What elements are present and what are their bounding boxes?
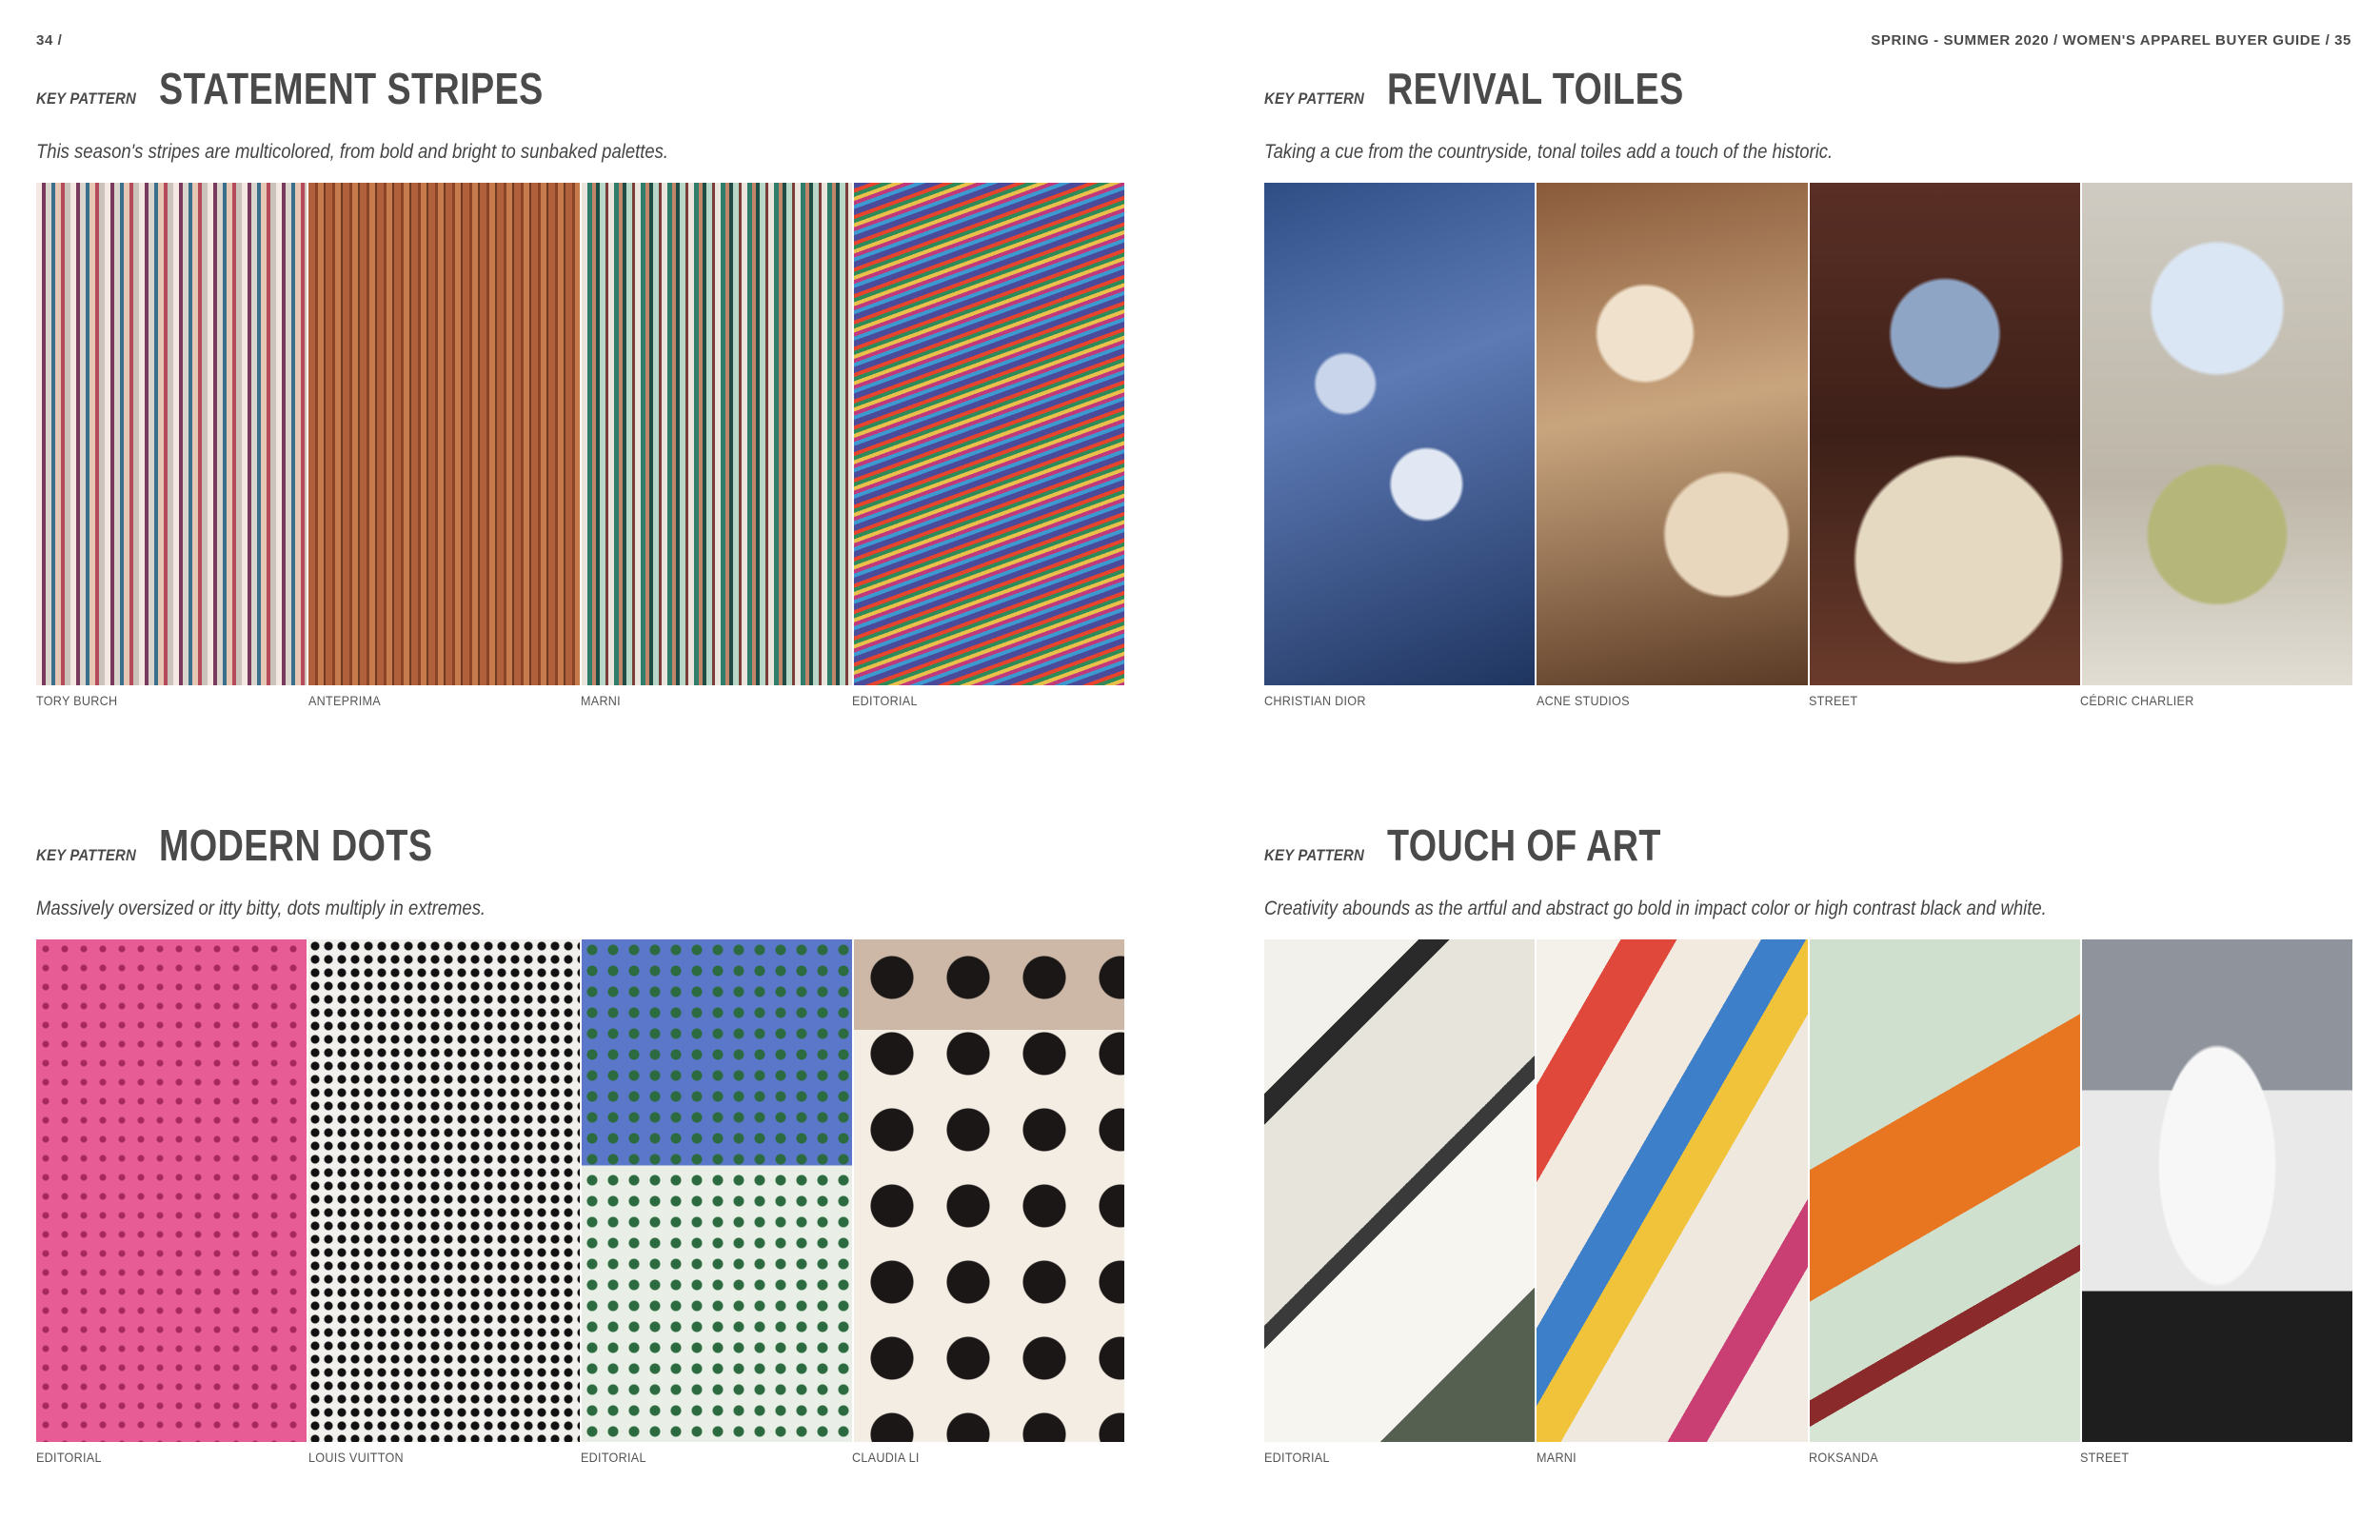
section-subtitle: Taking a cue from the countryside, tonal… <box>1264 141 1834 163</box>
section-kicker: KEY PATTERN <box>36 846 137 864</box>
runway-photo <box>581 183 852 685</box>
page-number-left: 34 / <box>36 32 63 49</box>
editorial-photo <box>36 939 307 1442</box>
section-kicker: KEY PATTERN <box>1264 89 1365 108</box>
section-statement-stripes: KEY PATTERN STATEMENT STRIPES This seaso… <box>36 63 1124 708</box>
runway-photo <box>308 939 580 1442</box>
photo-caption: EDITORIAL <box>36 1450 102 1465</box>
photo-caption: MARNI <box>1536 1450 1577 1465</box>
photo-caption: CÉDRIC CHARLIER <box>2080 693 2194 708</box>
photo-strip <box>36 939 1124 1442</box>
running-header-right: SPRING - SUMMER 2020 / WOMEN'S APPAREL B… <box>1871 32 2351 49</box>
photo-strip <box>36 183 1124 685</box>
runway-photo <box>853 939 1124 1442</box>
section-touch-of-art: KEY PATTERN TOUCH OF ART Creativity abou… <box>1264 819 2352 1465</box>
section-heading: KEY PATTERN STATEMENT STRIPES <box>36 63 1124 120</box>
photo-caption: ROKSANDA <box>1808 1450 1878 1465</box>
section-heading: KEY PATTERN REVIVAL TOILES <box>1264 63 2352 120</box>
runway-photo <box>1537 183 1808 685</box>
photo-caption: LOUIS VUITTON <box>307 1450 404 1465</box>
photo-caption: EDITORIAL <box>580 1450 646 1465</box>
photo-caption: EDITORIAL <box>852 693 918 708</box>
photo-captions: CHRISTIAN DIOR ACNE STUDIOS STREET CÉDRI… <box>1264 693 2352 708</box>
photo-caption: CLAUDIA LI <box>852 1450 920 1465</box>
photo-caption: STREET <box>2080 1450 2130 1465</box>
photo-caption: ACNE STUDIOS <box>1536 693 1630 708</box>
street-photo <box>2081 939 2352 1442</box>
section-title: REVIVAL TOILES <box>1387 64 1685 113</box>
photo-caption: MARNI <box>580 693 621 708</box>
section-subtitle: This season's stripes are multicolored, … <box>36 141 669 163</box>
photo-caption: ANTEPRIMA <box>307 693 381 708</box>
section-kicker: KEY PATTERN <box>36 89 137 108</box>
section-title: STATEMENT STRIPES <box>159 64 545 113</box>
photo-strip <box>1264 939 2352 1442</box>
section-heading: KEY PATTERN TOUCH OF ART <box>1264 819 2352 877</box>
section-heading: KEY PATTERN MODERN DOTS <box>36 819 1124 877</box>
runway-photo <box>1537 939 1808 1442</box>
section-subtitle: Creativity abounds as the artful and abs… <box>1264 898 2047 919</box>
section-title: TOUCH OF ART <box>1387 820 1662 870</box>
runway-photo <box>1264 183 1536 685</box>
editorial-photo <box>581 939 852 1442</box>
photo-caption: TORY BURCH <box>36 693 118 708</box>
editorial-photo <box>853 183 1124 685</box>
photo-caption: STREET <box>1808 693 1857 708</box>
section-revival-toiles: KEY PATTERN REVIVAL TOILES Taking a cue … <box>1264 63 2352 708</box>
photo-strip <box>1264 183 2352 685</box>
street-photo <box>1809 183 2080 685</box>
photo-captions: EDITORIAL MARNI ROKSANDA STREET <box>1264 1450 2352 1465</box>
section-kicker: KEY PATTERN <box>1264 846 1365 864</box>
runway-photo <box>1809 939 2080 1442</box>
photo-caption: EDITORIAL <box>1264 1450 1330 1465</box>
photo-captions: EDITORIAL LOUIS VUITTON EDITORIAL CLAUDI… <box>36 1450 1124 1465</box>
section-subtitle: Massively oversized or itty bitty, dots … <box>36 898 486 919</box>
runway-photo <box>308 183 580 685</box>
section-title: MODERN DOTS <box>159 820 433 870</box>
runway-photo <box>2081 183 2352 685</box>
section-modern-dots: KEY PATTERN MODERN DOTS Massively oversi… <box>36 819 1124 1465</box>
photo-caption: CHRISTIAN DIOR <box>1264 693 1366 708</box>
runway-photo <box>36 183 307 685</box>
photo-captions: TORY BURCH ANTEPRIMA MARNI EDITORIAL <box>36 693 1124 708</box>
editorial-photo <box>1264 939 1536 1442</box>
